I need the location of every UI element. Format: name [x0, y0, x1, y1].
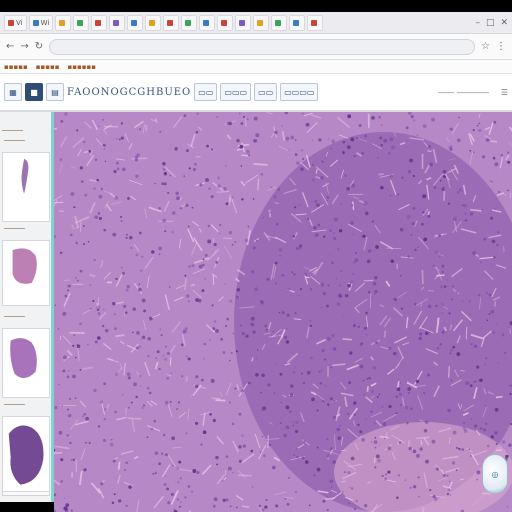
grid-icon[interactable]: ▦: [4, 83, 22, 101]
viewer-tool-button[interactable]: ▭▭▭: [220, 83, 252, 101]
thumbnail-label: ―――: [4, 312, 25, 320]
browser-tab[interactable]: Vi: [4, 14, 27, 31]
favicon-icon: [95, 19, 102, 26]
favicon-icon: [203, 19, 210, 26]
viewer-title: FAOONOGCGHBUEO: [67, 86, 192, 98]
favicon-icon: [221, 19, 228, 26]
favicon-icon: [167, 19, 174, 26]
star-icon[interactable]: ☆: [481, 41, 490, 52]
favicon-icon: [8, 19, 14, 26]
viewer-toolbar: ▦ ■ ▤ FAOONOGCGHBUEO ▭▭ ▭▭▭ ▭▭ ▭▭▭▭ ―― ―――― ☰: [0, 74, 512, 112]
favicon-icon: [149, 19, 156, 26]
toolbar-right: ―― ―――― ☰: [438, 88, 508, 97]
menu-icon[interactable]: ⋮: [496, 41, 506, 52]
address-bar: ← → ↻ ☆ ⋮: [0, 34, 512, 60]
toolbar-right-text[interactable]: ―― ――――: [438, 88, 489, 97]
browser-tab[interactable]: [109, 14, 126, 31]
browser-tab[interactable]: [181, 14, 198, 31]
layout-icon[interactable]: ☰: [501, 88, 508, 97]
favicon-icon: [185, 19, 192, 26]
maximize-icon[interactable]: □: [486, 18, 495, 28]
reload-button[interactable]: ↻: [35, 41, 43, 52]
bookmark-link[interactable]: ▪▪▪▪▪▪: [67, 63, 95, 71]
browser-tab[interactable]: [127, 14, 144, 31]
favicon-icon: [239, 19, 246, 26]
url-field[interactable]: [49, 38, 476, 55]
bookmark-link[interactable]: ▪▪▪▪▪: [4, 63, 28, 71]
browser-tab[interactable]: [73, 14, 90, 31]
forward-button[interactable]: →: [20, 41, 28, 52]
favicon-icon: [311, 19, 318, 26]
square-icon[interactable]: ■: [25, 83, 43, 101]
bookmarks-bar: ▪▪▪▪▪ ▪▪▪▪▪ ▪▪▪▪▪▪: [0, 60, 512, 74]
favicon-icon: [275, 19, 282, 26]
slide-thumbnail[interactable]: [2, 416, 50, 492]
browser-tab[interactable]: [145, 14, 162, 31]
thumbnail-label: ―――: [4, 224, 25, 232]
viewer-tool-button[interactable]: ▭▭▭▭: [280, 83, 319, 101]
zoom-icon: ◎: [491, 469, 499, 479]
viewer-tool-button[interactable]: ▭▭: [254, 83, 278, 101]
minimize-icon[interactable]: –: [475, 18, 480, 28]
browser-tab[interactable]: [271, 14, 288, 31]
window-controls: – □ ✕: [475, 18, 508, 28]
slide-thumbnail[interactable]: [2, 328, 50, 398]
favicon-icon: [131, 19, 138, 26]
favicon-icon: [32, 19, 39, 26]
browser-tab[interactable]: [217, 14, 234, 31]
favicon-icon: [59, 19, 66, 26]
tab-bar: Vi Wi – □ ✕: [0, 12, 512, 34]
browser-tab[interactable]: [163, 14, 180, 31]
favicon-icon: [113, 19, 120, 26]
tab-label: Wi: [40, 18, 50, 27]
tab-label: Vi: [16, 18, 23, 27]
list-icon[interactable]: ▤: [46, 83, 64, 101]
favicon-icon: [293, 19, 300, 26]
browser-tab[interactable]: [289, 14, 306, 31]
thumbnail-label: ―――: [4, 136, 25, 144]
favicon-icon: [257, 19, 264, 26]
browser-tab[interactable]: Wi: [28, 14, 54, 31]
browser-tab[interactable]: [253, 14, 270, 31]
zoom-dial-button[interactable]: ◎: [482, 454, 508, 494]
browser-tab[interactable]: [307, 14, 324, 31]
slide-viewer[interactable]: [54, 112, 512, 512]
viewer-tool-button[interactable]: ▭▭: [194, 83, 218, 101]
tissue-image[interactable]: [54, 112, 512, 512]
favicon-icon: [77, 19, 84, 26]
browser-tab[interactable]: [91, 14, 108, 31]
thumbnail-label: ―――: [4, 400, 25, 408]
slide-thumbnail[interactable]: [2, 152, 50, 222]
close-icon[interactable]: ✕: [500, 18, 508, 28]
browser-window: Vi Wi – □ ✕ ← → ↻ ☆ ⋮ ▪▪▪▪▪ ▪▪▪▪▪ ▪▪▪▪▪▪ ▦ ■ ▤ FA…: [0, 12, 512, 512]
slide-thumbnail[interactable]: [2, 240, 50, 306]
browser-tab[interactable]: [199, 14, 216, 31]
slide-thumbnail-sidebar: ――― ―――― ――――――――――――: [0, 112, 54, 502]
back-button[interactable]: ←: [6, 41, 14, 52]
bookmark-link[interactable]: ▪▪▪▪▪: [36, 63, 60, 71]
browser-tab[interactable]: [235, 14, 252, 31]
browser-tab[interactable]: [55, 14, 72, 31]
